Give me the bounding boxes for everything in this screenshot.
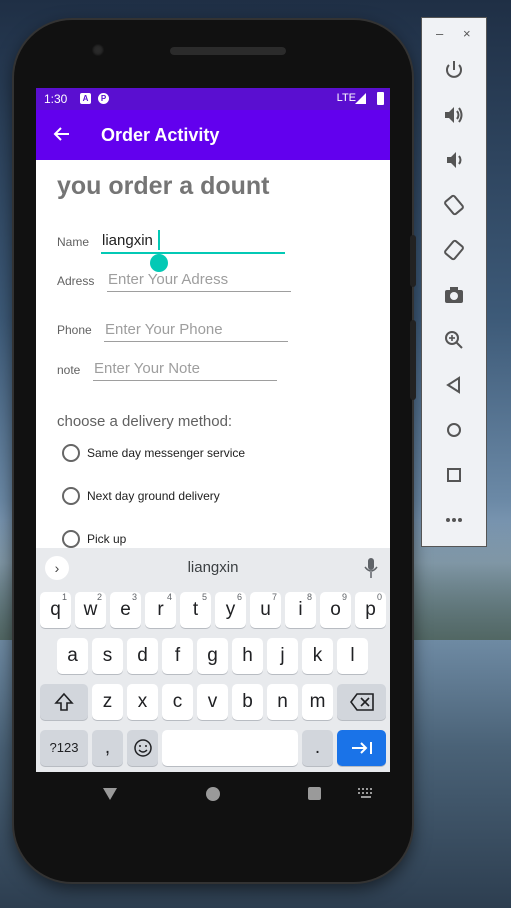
phone-volume-button xyxy=(410,320,416,400)
volume-down-icon[interactable] xyxy=(440,146,468,174)
cursor-handle[interactable] xyxy=(150,254,168,272)
key-r[interactable]: r4 xyxy=(145,592,176,628)
suggestion-strip: › liangxin xyxy=(36,548,390,588)
name-label: Name xyxy=(57,235,90,249)
address-field[interactable]: Enter Your Adress xyxy=(108,271,228,288)
tab-next-icon xyxy=(351,742,372,754)
power-icon[interactable] xyxy=(440,56,468,84)
mic-icon[interactable] xyxy=(364,558,378,578)
note-field-underline xyxy=(93,380,277,381)
volume-up-icon[interactable] xyxy=(440,101,468,129)
key-z[interactable]: z xyxy=(92,684,123,720)
order-heading: you order a dount xyxy=(57,172,270,200)
address-label: Adress xyxy=(57,274,95,288)
key-y[interactable]: y6 xyxy=(215,592,246,628)
emoji-icon xyxy=(133,739,152,757)
key-p[interactable]: p0 xyxy=(355,592,386,628)
nav-recents-icon[interactable] xyxy=(308,787,321,800)
key-o[interactable]: o9 xyxy=(320,592,351,628)
home-icon[interactable] xyxy=(440,416,468,444)
key-i[interactable]: i8 xyxy=(285,592,316,628)
key-d[interactable]: d xyxy=(127,638,158,674)
arrow-back-icon[interactable] xyxy=(52,124,72,144)
note-field[interactable]: Enter Your Note xyxy=(94,360,200,377)
name-field-underline xyxy=(101,252,285,254)
phone-label: Phone xyxy=(57,323,92,337)
p-notification-icon: P xyxy=(98,93,109,104)
phone-screen: 1:30 A P LTE Order Activity you order a … xyxy=(36,88,390,772)
overview-icon[interactable] xyxy=(440,461,468,489)
nav-back-icon[interactable] xyxy=(102,786,118,802)
symbols-key[interactable]: ?123 xyxy=(40,730,88,766)
key-x[interactable]: x xyxy=(127,684,158,720)
address-field-underline xyxy=(107,291,291,292)
camera-icon[interactable] xyxy=(440,281,468,309)
backspace-key[interactable] xyxy=(337,684,386,720)
text-cursor xyxy=(158,230,160,250)
emulator-toolbar: – × xyxy=(421,17,487,547)
key-j[interactable]: j xyxy=(267,638,298,674)
key-a[interactable]: a xyxy=(57,638,88,674)
backspace-icon xyxy=(349,693,374,711)
key-k[interactable]: k xyxy=(302,638,333,674)
soft-keyboard: › liangxin q1 w2 e3 r4 t5 y6 u7 i8 o9 p0… xyxy=(36,548,390,772)
radio-button[interactable] xyxy=(62,444,80,462)
key-b[interactable]: b xyxy=(232,684,263,720)
shift-key[interactable] xyxy=(40,684,88,720)
shift-icon xyxy=(54,692,74,711)
earpiece-speaker xyxy=(170,47,286,55)
key-m[interactable]: m xyxy=(302,684,333,720)
delivery-option-next-day[interactable]: Next day ground delivery xyxy=(62,487,220,505)
nav-home-icon[interactable] xyxy=(206,787,220,801)
signal-icon xyxy=(355,93,366,104)
emoji-key[interactable] xyxy=(127,730,158,766)
delivery-method-label: choose a delivery method: xyxy=(57,413,233,430)
key-h[interactable]: h xyxy=(232,638,263,674)
app-bar: Order Activity xyxy=(36,110,390,160)
back-icon[interactable] xyxy=(440,371,468,399)
key-q[interactable]: q1 xyxy=(40,592,71,628)
next-key[interactable] xyxy=(337,730,386,766)
network-type: LTE xyxy=(336,92,356,104)
delivery-option-pick-up[interactable]: Pick up xyxy=(62,530,126,548)
rotate-right-icon[interactable] xyxy=(440,236,468,264)
more-icon[interactable] xyxy=(440,506,468,534)
radio-button[interactable] xyxy=(62,530,80,548)
radio-button[interactable] xyxy=(62,487,80,505)
note-label: note xyxy=(57,363,81,377)
status-time: 1:30 xyxy=(44,92,68,106)
word-suggestion[interactable]: liangxin xyxy=(36,559,390,576)
rotate-left-icon[interactable] xyxy=(440,191,468,219)
status-bar: 1:30 A P LTE xyxy=(36,88,390,110)
battery-icon xyxy=(377,92,384,105)
minimize-icon[interactable]: – xyxy=(436,26,443,41)
key-s[interactable]: s xyxy=(92,638,123,674)
front-camera xyxy=(92,44,104,56)
phone-field[interactable]: Enter Your Phone xyxy=(105,321,223,338)
key-g[interactable]: g xyxy=(197,638,228,674)
key-e[interactable]: e3 xyxy=(110,592,141,628)
delivery-option-same-day[interactable]: Same day messenger service xyxy=(62,444,245,462)
key-f[interactable]: f xyxy=(162,638,193,674)
key-l[interactable]: l xyxy=(337,638,368,674)
a-notification-icon: A xyxy=(80,93,91,104)
zoom-icon[interactable] xyxy=(440,326,468,354)
navigation-bar xyxy=(36,772,390,816)
phone-field-underline xyxy=(104,341,288,342)
key-n[interactable]: n xyxy=(267,684,298,720)
period-key[interactable]: . xyxy=(302,730,333,766)
page-title: Order Activity xyxy=(101,125,220,145)
close-icon[interactable]: × xyxy=(463,26,471,41)
phone-power-button xyxy=(410,235,416,287)
name-field[interactable]: liangxin xyxy=(102,232,153,249)
key-t[interactable]: t5 xyxy=(180,592,211,628)
comma-key[interactable]: , xyxy=(92,730,123,766)
key-v[interactable]: v xyxy=(197,684,228,720)
space-key[interactable] xyxy=(162,730,298,766)
key-w[interactable]: w2 xyxy=(75,592,106,628)
key-c[interactable]: c xyxy=(162,684,193,720)
keyboard-switch-icon[interactable] xyxy=(358,788,374,800)
key-u[interactable]: u7 xyxy=(250,592,281,628)
